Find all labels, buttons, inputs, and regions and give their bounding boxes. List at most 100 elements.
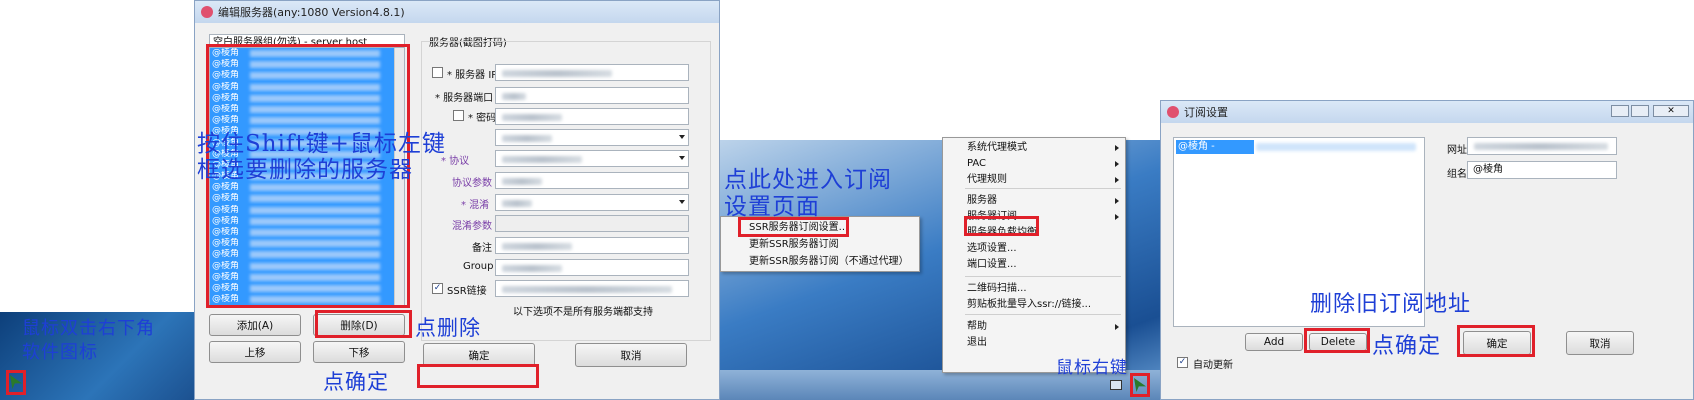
tray-network-icon[interactable] <box>1110 380 1122 390</box>
context-menu-item[interactable]: 系统代理模式 <box>943 140 1125 156</box>
subscription-hint-line2: 设置页面 <box>724 194 820 220</box>
password-input[interactable] <box>495 108 689 125</box>
port-input[interactable] <box>495 87 689 104</box>
move-up-button-label: 上移 <box>244 346 266 359</box>
ok-button-highlight <box>1457 325 1535 357</box>
remark-label: 备注 <box>472 243 492 254</box>
context-menu-item-label: 代理规则 <box>967 174 1007 185</box>
context-menu-item-label: 端口设置... <box>967 259 1017 270</box>
maximize-icon[interactable] <box>1631 105 1649 117</box>
ssr-link-input[interactable] <box>495 280 689 297</box>
window-title: 订阅设置 <box>1184 106 1228 119</box>
delete-old-hint: 删除旧订阅地址 <box>1310 292 1472 317</box>
click-delete-hint: 点删除 <box>415 316 481 340</box>
close-icon[interactable]: ✕ <box>1653 105 1689 117</box>
password-checkbox[interactable] <box>453 110 464 121</box>
tray-context-menu: 系统代理模式 PAC 代理规则 服务器 服务器订阅 服务器负载均衡 选项设置... 端口设置.… <box>942 137 1126 373</box>
ip-input[interactable] <box>495 64 689 81</box>
chevron-right-icon <box>1115 198 1119 204</box>
move-down-button[interactable]: 下移 <box>313 341 405 363</box>
add-button[interactable]: Add <box>1245 333 1303 351</box>
chevron-right-icon <box>1115 145 1119 151</box>
ssr-link-checkbox[interactable]: ✓ <box>432 283 443 294</box>
context-menu-item[interactable]: 退出 <box>943 335 1125 351</box>
click-ok-hint: 点确定 <box>1372 334 1442 359</box>
protocol-param-input[interactable] <box>495 172 689 189</box>
subscription-list-item-label: @棱角 - <box>1178 141 1215 152</box>
tray-menu-panel: SSR服务器订阅设置... 更新SSR服务器订阅 更新SSR服务器订阅（不通过代… <box>720 0 1160 400</box>
context-menu-item[interactable]: 选项设置... <box>943 241 1125 257</box>
port-label: * 服务器端口 <box>435 93 494 104</box>
obfs-param-input[interactable] <box>495 215 689 232</box>
group-name-input[interactable]: @棱角 <box>1467 161 1617 179</box>
context-menu-item-label: 选项设置... <box>967 243 1017 254</box>
menu-separator <box>965 188 1121 189</box>
server-subscription-highlight <box>964 216 1039 236</box>
delete-button-highlight <box>1304 328 1370 353</box>
app-icon <box>1167 106 1179 118</box>
menu-separator <box>965 314 1121 315</box>
context-menu-item[interactable]: 服务器 <box>943 193 1125 209</box>
obfs-label: * 混淆 <box>461 200 490 211</box>
move-down-button-label: 下移 <box>348 346 370 359</box>
subscription-panel: 订阅设置 ✕ @棱角 - 网址 组名 @棱角 Add Delete ✓ 自动更新… <box>1160 0 1694 400</box>
cancel-button-label: 取消 <box>1589 337 1611 350</box>
chevron-right-icon <box>1115 324 1119 330</box>
context-menu-item-label: 帮助 <box>967 321 987 332</box>
remark-input[interactable] <box>495 237 689 254</box>
move-up-button[interactable]: 上移 <box>209 341 301 363</box>
encryption-dropdown[interactable] <box>495 129 689 146</box>
cancel-button-label: 取消 <box>620 349 642 362</box>
context-menu-item-label: 剪贴板批量导入ssr://链接... <box>967 299 1091 310</box>
context-menu-item[interactable]: 帮助 <box>943 319 1125 335</box>
subscription-list-item-url <box>1256 143 1416 151</box>
window-titlebar: 编辑服务器(any:1080 Version4.8.1) <box>195 1 719 23</box>
add-button-label: Add <box>1263 336 1285 348</box>
context-menu-item[interactable]: 二维码扫描... <box>943 281 1125 297</box>
protocol-dropdown[interactable] <box>495 150 689 167</box>
cancel-button[interactable]: 取消 <box>575 343 687 367</box>
minimize-icon[interactable] <box>1611 105 1629 117</box>
submenu-item-label: 更新SSR服务器订阅 <box>749 239 839 250</box>
obfs-dropdown[interactable] <box>495 194 689 211</box>
ip-label: * 服务器 IP <box>447 70 498 81</box>
options-footnote: 以下选项不是所有服务端都支持 <box>513 307 653 318</box>
obfs-param-label: 混淆参数 <box>452 221 492 232</box>
chevron-right-icon <box>1115 177 1119 183</box>
group-input[interactable] <box>495 259 689 276</box>
ok-button-label: 确定 <box>468 349 490 362</box>
context-menu-item-label: 服务器 <box>967 195 997 206</box>
submenu-item-label: 更新SSR服务器订阅（不通过代理） <box>749 256 909 267</box>
url-label: 网址 <box>1447 145 1467 156</box>
add-button-label: 添加(A) <box>236 319 274 332</box>
right-click-hint: 鼠标右键 <box>1056 358 1128 378</box>
cancel-button[interactable]: 取消 <box>1566 331 1634 355</box>
chevron-down-icon <box>679 156 685 160</box>
delete-button-highlight <box>315 310 412 338</box>
ip-checkbox[interactable] <box>432 67 443 78</box>
group-name-label: 组名 <box>1447 169 1467 180</box>
ok-button-highlight <box>417 364 539 388</box>
submenu-item-update-subscription[interactable]: 更新SSR服务器订阅 <box>721 237 919 253</box>
app-icon <box>201 6 213 18</box>
context-menu-item-label: 退出 <box>967 337 987 348</box>
add-button[interactable]: 添加(A) <box>209 314 301 336</box>
protocol-param-label: 协议参数 <box>452 178 492 189</box>
auto-update-checkbox[interactable]: ✓ <box>1177 357 1188 368</box>
password-label: * 密码 <box>468 113 497 124</box>
context-menu-item-label: 系统代理模式 <box>967 142 1027 153</box>
context-menu-item[interactable]: 端口设置... <box>943 257 1125 273</box>
chevron-down-icon <box>679 200 685 204</box>
group-label: Group <box>463 261 494 272</box>
context-menu-item[interactable]: PAC <box>943 156 1125 172</box>
context-menu-item[interactable]: 剪贴板批量导入ssr://链接... <box>943 297 1125 313</box>
chevron-down-icon <box>679 135 685 139</box>
group-name-value: @棱角 <box>1473 164 1503 175</box>
ssr-link-label: SSR链接 <box>447 286 487 297</box>
click-ok-hint: 点确定 <box>323 370 389 394</box>
submenu-item-update-subscription-no-proxy[interactable]: 更新SSR服务器订阅（不通过代理） <box>721 254 919 270</box>
context-menu-item[interactable]: 代理规则 <box>943 172 1125 188</box>
url-input[interactable] <box>1467 137 1617 155</box>
chevron-right-icon <box>1115 214 1119 220</box>
subscription-list-item[interactable]: @棱角 - <box>1176 140 1254 154</box>
